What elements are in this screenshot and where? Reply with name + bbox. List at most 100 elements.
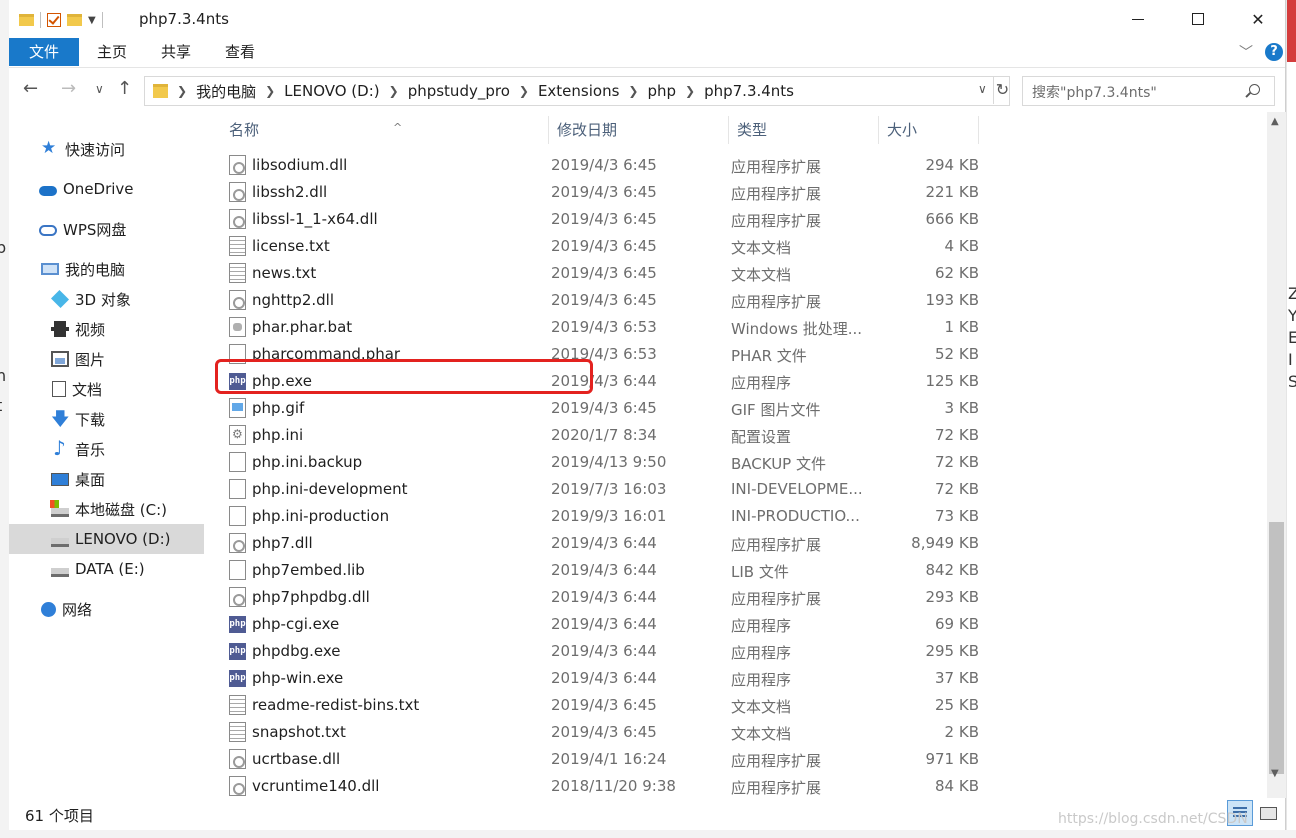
file-name: readme-redist-bins.txt bbox=[252, 696, 420, 714]
column-header-name[interactable]: 名称 ^ bbox=[221, 116, 549, 144]
breadcrumb-drive[interactable]: LENOVO (D:) bbox=[284, 82, 379, 100]
file-explorer-window: ▼ php7.3.4nts ✕ 文件 主页 共享 查看 ﹀ ? ← → ∨ ↑ … bbox=[9, 0, 1286, 830]
dll-icon bbox=[229, 533, 246, 553]
column-header-size[interactable]: 大小 bbox=[879, 116, 979, 144]
tab-file[interactable]: 文件 bbox=[9, 38, 79, 66]
back-arrow-icon[interactable]: ← bbox=[23, 78, 38, 99]
address-bar[interactable]: ❯ 我的电脑 ❯ LENOVO (D:) ❯ phpstudy_pro ❯ Ex… bbox=[144, 76, 1010, 106]
sidebar-item-drive-e[interactable]: DATA (E:) bbox=[9, 554, 204, 584]
file-name: license.txt bbox=[252, 237, 330, 255]
table-row[interactable]: php php-cgi.exe 2019/4/3 6:44 应用程序 69 KB bbox=[221, 611, 979, 638]
sidebar-item-wps-cloud[interactable]: WPS网盘 bbox=[9, 214, 204, 244]
sidebar-item-network[interactable]: 网络 bbox=[9, 594, 204, 624]
scroll-down-icon[interactable]: ▼ bbox=[1271, 768, 1279, 779]
refresh-icon[interactable]: ↻ bbox=[993, 76, 1011, 104]
table-row[interactable]: ucrtbase.dll 2019/4/1 16:24 应用程序扩展 971 KB bbox=[221, 746, 979, 773]
table-row[interactable]: nghttp2.dll 2019/4/3 6:45 应用程序扩展 193 KB bbox=[221, 287, 979, 314]
table-row[interactable]: libsodium.dll 2019/4/3 6:45 应用程序扩展 294 KB bbox=[221, 152, 979, 179]
search-box[interactable]: 搜索"php7.3.4nts" bbox=[1022, 76, 1275, 106]
sidebar-item-drive-c[interactable]: 本地磁盘 (C:) bbox=[9, 494, 204, 524]
breadcrumb-extensions[interactable]: Extensions bbox=[538, 82, 619, 100]
table-row[interactable]: readme-redist-bins.txt 2019/4/3 6:45 文本文档 2… bbox=[221, 692, 979, 719]
file-size: 125 KB bbox=[925, 372, 979, 390]
table-row[interactable]: php php-win.exe 2019/4/3 6:44 应用程序 37 KB bbox=[221, 665, 979, 692]
column-header-date[interactable]: 修改日期 bbox=[549, 116, 729, 144]
column-header-type[interactable]: 类型 bbox=[729, 116, 879, 144]
table-row[interactable]: php7.dll 2019/4/3 6:44 应用程序扩展 8,949 KB bbox=[221, 530, 979, 557]
up-arrow-icon[interactable]: ↑ bbox=[117, 78, 132, 99]
table-row[interactable]: libssl-1_1-x64.dll 2019/4/3 6:45 应用程序扩展 666… bbox=[221, 206, 979, 233]
tab-share[interactable]: 共享 bbox=[145, 38, 207, 66]
dll-icon bbox=[229, 749, 246, 769]
scroll-up-icon[interactable]: ▲ bbox=[1271, 116, 1279, 127]
table-row[interactable]: license.txt 2019/4/3 6:45 文本文档 4 KB bbox=[221, 233, 979, 260]
sidebar-item-music[interactable]: 音乐 bbox=[9, 434, 204, 464]
file-type: 应用程序扩展 bbox=[731, 536, 822, 554]
table-row[interactable]: vcruntime140.dll 2018/11/20 9:38 应用程序扩展 84 … bbox=[221, 773, 979, 798]
file-name: libsodium.dll bbox=[252, 156, 348, 174]
search-input[interactable]: 搜索"php7.3.4nts" bbox=[1032, 82, 1157, 102]
close-button[interactable]: ✕ bbox=[1228, 0, 1288, 38]
breadcrumb-current[interactable]: php7.3.4nts bbox=[704, 82, 794, 100]
maximize-button[interactable] bbox=[1168, 0, 1228, 38]
file-name: php.ini-production bbox=[252, 507, 390, 525]
table-row[interactable]: pharcommand.phar 2019/4/3 6:53 PHAR 文件 52 K… bbox=[221, 341, 979, 368]
new-folder-icon[interactable] bbox=[67, 14, 82, 26]
sidebar-item-desktop[interactable]: 桌面 bbox=[9, 464, 204, 494]
sidebar-item-videos[interactable]: 视频 bbox=[9, 314, 204, 344]
vertical-scrollbar[interactable]: ▲ ▼ bbox=[1267, 112, 1286, 798]
table-row[interactable]: snapshot.txt 2019/4/3 6:45 文本文档 2 KB bbox=[221, 719, 979, 746]
help-icon[interactable]: ? bbox=[1265, 43, 1283, 61]
table-row[interactable]: php7embed.lib 2019/4/3 6:44 LIB 文件 842 KB bbox=[221, 557, 979, 584]
minimize-button[interactable] bbox=[1108, 0, 1168, 38]
table-row[interactable]: php phpdbg.exe 2019/4/3 6:44 应用程序 295 KB bbox=[221, 638, 979, 665]
chevron-right-icon[interactable]: ❯ bbox=[389, 84, 399, 98]
chevron-right-icon[interactable]: ❯ bbox=[628, 84, 638, 98]
expand-ribbon-chevron-icon[interactable]: ﹀ bbox=[1239, 42, 1253, 62]
table-row[interactable]: php.ini.backup 2019/4/13 9:50 BACKUP 文件 72 … bbox=[221, 449, 979, 476]
sidebar-item-drive-d[interactable]: LENOVO (D:) bbox=[9, 524, 204, 554]
scrollbar-thumb[interactable] bbox=[1269, 522, 1284, 774]
recent-locations-chevron-icon[interactable]: ∨ bbox=[95, 82, 104, 96]
chevron-right-icon[interactable]: ❯ bbox=[685, 84, 695, 98]
chevron-right-icon[interactable]: ❯ bbox=[265, 84, 275, 98]
table-row[interactable]: php.ini-production 2019/9/3 16:01 INI-PROD… bbox=[221, 503, 979, 530]
file-type: 文本文档 bbox=[731, 698, 792, 716]
table-row[interactable]: php7phpdbg.dll 2019/4/3 6:44 应用程序扩展 293 KB bbox=[221, 584, 979, 611]
breadcrumb-computer[interactable]: 我的电脑 bbox=[196, 81, 256, 102]
table-row[interactable]: php php.exe 2019/4/3 6:44 应用程序 125 KB bbox=[221, 368, 979, 395]
breadcrumb-php[interactable]: php bbox=[647, 82, 676, 100]
file-date: 2019/4/13 9:50 bbox=[551, 453, 667, 471]
sidebar-item-this-pc[interactable]: 我的电脑 bbox=[9, 254, 204, 284]
sidebar-item-downloads[interactable]: 下载 bbox=[9, 404, 204, 437]
sidebar-item-pictures[interactable]: 图片 bbox=[9, 344, 204, 374]
drive-icon bbox=[51, 537, 69, 547]
address-dropdown-icon[interactable]: ∨ bbox=[978, 82, 987, 96]
table-row[interactable]: phar.phar.bat 2019/4/3 6:53 Windows 批处理...… bbox=[221, 314, 979, 341]
table-row[interactable]: php.ini 2020/1/7 8:34 配置设置 72 KB bbox=[221, 422, 979, 449]
table-row[interactable]: libssh2.dll 2019/4/3 6:45 应用程序扩展 221 KB bbox=[221, 179, 979, 206]
table-row[interactable]: php.gif 2019/4/3 6:45 GIF 图片文件 3 KB bbox=[221, 395, 979, 422]
chevron-right-icon[interactable]: ❯ bbox=[177, 84, 187, 98]
properties-checkmark-icon[interactable] bbox=[47, 13, 61, 27]
file-size: 295 KB bbox=[925, 642, 979, 660]
sidebar-item-3d-objects[interactable]: 3D 对象 bbox=[9, 284, 204, 314]
table-row[interactable]: news.txt 2019/4/3 6:45 文本文档 62 KB bbox=[221, 260, 979, 287]
tab-home[interactable]: 主页 bbox=[81, 38, 143, 66]
tab-view[interactable]: 查看 bbox=[209, 38, 271, 66]
file-date: 2019/7/3 16:03 bbox=[551, 480, 667, 498]
customize-toolbar-dropdown-icon[interactable]: ▼ bbox=[88, 15, 96, 26]
forward-arrow-icon[interactable]: → bbox=[61, 78, 76, 99]
breadcrumb-phpstudy[interactable]: phpstudy_pro bbox=[408, 82, 510, 100]
search-icon[interactable] bbox=[1249, 84, 1260, 95]
ribbon-tabs: 文件 主页 共享 查看 ﹀ ? bbox=[9, 38, 1285, 68]
sidebar-item-quick-access[interactable]: 快速访问 bbox=[9, 134, 204, 164]
file-name: php.ini.backup bbox=[252, 453, 363, 471]
chevron-right-icon[interactable]: ❯ bbox=[519, 84, 529, 98]
sidebar-item-documents[interactable]: 文档 bbox=[9, 374, 204, 404]
large-icons-view-icon[interactable] bbox=[1257, 802, 1279, 824]
dll-icon bbox=[229, 182, 246, 202]
sidebar-item-onedrive[interactable]: OneDrive bbox=[9, 174, 204, 204]
file-name: php.gif bbox=[252, 399, 305, 417]
table-row[interactable]: php.ini-development 2019/7/3 16:03 INI-DEV… bbox=[221, 476, 979, 503]
